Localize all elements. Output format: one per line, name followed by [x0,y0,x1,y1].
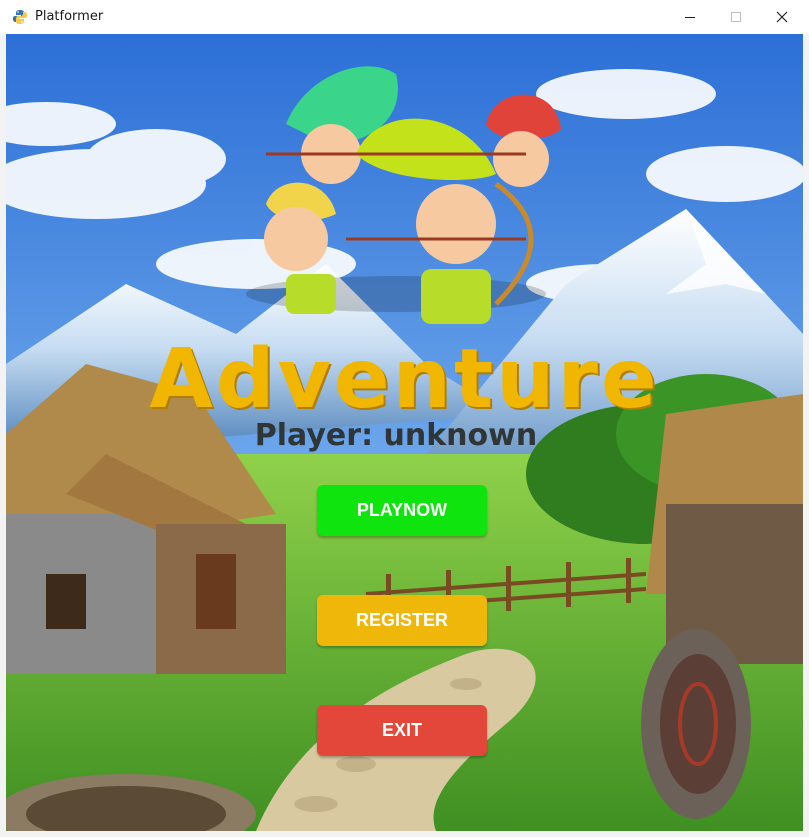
close-icon [776,11,788,23]
window-title: Platformer [35,9,104,24]
play-now-button[interactable]: PLAYNOW [317,485,487,536]
app-window: Platformer Adventure Player: unknown PLA… [0,0,809,837]
minimize-icon [685,17,695,18]
game-title: Adventure [149,332,660,427]
close-button[interactable] [759,0,805,34]
maximize-icon [731,12,741,22]
register-button[interactable]: REGISTER [317,595,487,646]
python-icon [13,10,27,24]
exit-button[interactable]: EXIT [317,705,487,756]
game-canvas[interactable]: Adventure Player: unknown PLAYNOW REGIST… [6,34,803,831]
maximize-button[interactable] [713,0,759,34]
player-label: Player: unknown [254,418,538,453]
title-bar[interactable]: Platformer [0,0,809,34]
minimize-button[interactable] [667,0,713,34]
